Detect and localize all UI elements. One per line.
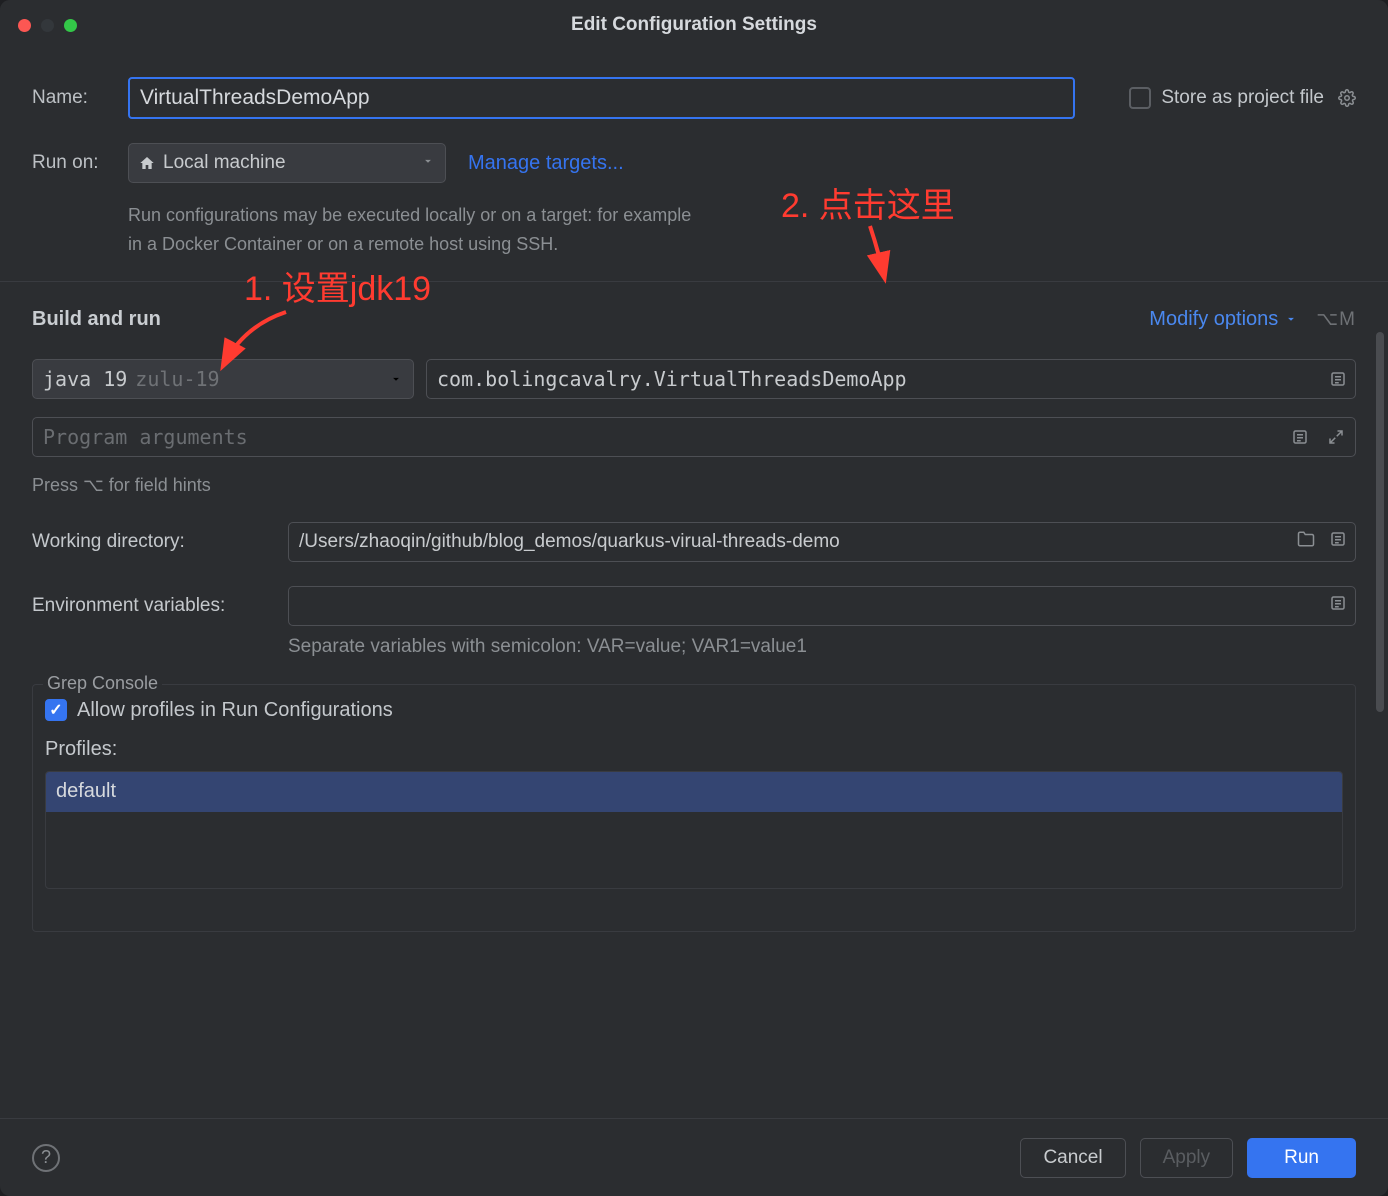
arrow-icon <box>840 222 900 284</box>
window-title: Edit Configuration Settings <box>0 14 1388 36</box>
list-icon[interactable] <box>1291 428 1309 446</box>
env-variables-input[interactable] <box>288 586 1356 626</box>
program-arguments-placeholder: Program arguments <box>43 425 248 449</box>
annotation-2: 2. 点击这里 <box>781 178 955 227</box>
modify-options-label: Modify options <box>1149 308 1278 331</box>
maximize-window-button[interactable] <box>64 19 77 32</box>
chevron-down-icon <box>421 152 435 174</box>
list-icon[interactable] <box>1329 594 1347 618</box>
run-on-hint: Run configurations may be executed local… <box>128 201 698 259</box>
env-variables-row: Environment variables: <box>32 586 1356 626</box>
dialog-footer: ? Cancel Apply Run <box>0 1118 1388 1196</box>
list-icon[interactable] <box>1329 530 1347 554</box>
scrollbar[interactable] <box>1376 332 1384 712</box>
profiles-list[interactable]: default <box>45 771 1343 889</box>
cancel-button[interactable]: Cancel <box>1020 1138 1125 1178</box>
list-icon[interactable] <box>1329 370 1347 388</box>
chevron-down-icon <box>1284 312 1298 326</box>
jdk-select[interactable]: java 19 zulu-19 <box>32 359 414 399</box>
name-row: Name: Store as project file <box>32 77 1356 119</box>
working-directory-value: /Users/zhaoqin/github/blog_demos/quarkus… <box>299 531 840 553</box>
program-arguments-input[interactable]: Program arguments <box>32 417 1356 457</box>
grep-console-legend: Grep Console <box>43 673 162 694</box>
home-icon <box>139 155 155 171</box>
run-on-label: Run on: <box>32 152 128 174</box>
env-variables-label: Environment variables: <box>32 595 288 617</box>
dialog-window: Edit Configuration Settings Name: Store … <box>0 0 1388 1196</box>
field-hints: Press ⌥ for field hints <box>32 475 1356 496</box>
jdk-name: java 19 <box>43 367 127 391</box>
store-label: Store as project file <box>1161 87 1324 109</box>
name-input[interactable] <box>128 77 1075 119</box>
annotation-1: 1. 设置jdk19 <box>244 261 431 310</box>
close-window-button[interactable] <box>18 19 31 32</box>
minimize-window-button[interactable] <box>41 19 54 32</box>
main-class-value: com.bolingcavalry.VirtualThreadsDemoApp <box>437 367 907 391</box>
store-as-project-file[interactable]: Store as project file <box>1129 87 1356 109</box>
allow-profiles-checkbox[interactable] <box>45 699 67 721</box>
allow-profiles-row[interactable]: Allow profiles in Run Configurations <box>45 699 1343 722</box>
store-checkbox[interactable] <box>1129 87 1151 109</box>
profile-item[interactable]: default <box>46 772 1342 812</box>
help-button[interactable]: ? <box>32 1144 60 1172</box>
main-class-input[interactable]: com.bolingcavalry.VirtualThreadsDemoApp <box>426 359 1356 399</box>
gear-icon[interactable] <box>1338 89 1356 107</box>
run-on-row: Run on: Local machine Manage targets... <box>32 143 1356 183</box>
name-label: Name: <box>32 87 128 109</box>
dialog-body: Name: Store as project file Run on: Loca… <box>0 50 1388 1118</box>
build-and-run-title: Build and run <box>32 308 161 331</box>
traffic-lights <box>18 19 77 32</box>
expand-icon[interactable] <box>1327 428 1345 446</box>
apply-button[interactable]: Apply <box>1140 1138 1234 1178</box>
jdk-row: java 19 zulu-19 com.bolingcavalry.Virtua… <box>32 359 1356 399</box>
run-button[interactable]: Run <box>1247 1138 1356 1178</box>
allow-profiles-label: Allow profiles in Run Configurations <box>77 699 393 722</box>
build-and-run-header: Build and run Modify options ⌥M <box>32 308 1356 331</box>
jdk-vendor: zulu-19 <box>135 367 219 391</box>
titlebar: Edit Configuration Settings <box>0 0 1388 50</box>
working-directory-label: Working directory: <box>32 531 288 553</box>
profiles-label: Profiles: <box>45 738 1343 761</box>
divider <box>0 281 1388 282</box>
env-hint: Separate variables with semicolon: VAR=v… <box>288 636 1356 658</box>
grep-console-fieldset: Grep Console Allow profiles in Run Confi… <box>32 684 1356 932</box>
modify-options-shortcut: ⌥M <box>1316 308 1356 331</box>
chevron-down-icon <box>389 367 403 391</box>
run-on-select[interactable]: Local machine <box>128 143 446 183</box>
manage-targets-link[interactable]: Manage targets... <box>468 152 624 175</box>
working-directory-input[interactable]: /Users/zhaoqin/github/blog_demos/quarkus… <box>288 522 1356 562</box>
working-directory-row: Working directory: /Users/zhaoqin/github… <box>32 522 1356 562</box>
folder-icon[interactable] <box>1297 530 1315 554</box>
run-on-value: Local machine <box>163 152 286 174</box>
modify-options-link[interactable]: Modify options <box>1149 308 1298 331</box>
